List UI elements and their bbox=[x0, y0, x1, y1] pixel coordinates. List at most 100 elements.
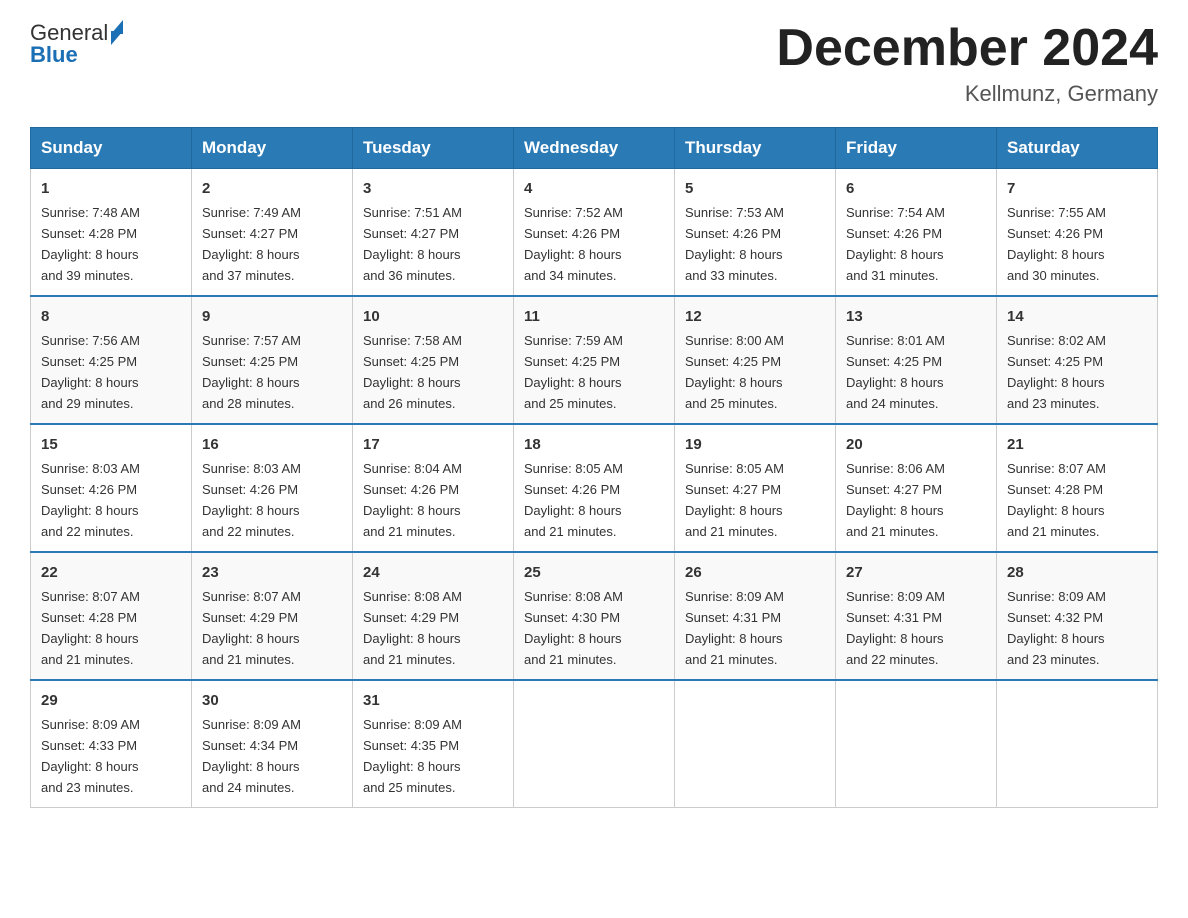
day-number: 22 bbox=[41, 561, 181, 584]
day-number: 15 bbox=[41, 433, 181, 456]
day-info: Sunrise: 8:03 AMSunset: 4:26 PMDaylight:… bbox=[202, 461, 301, 539]
day-number: 21 bbox=[1007, 433, 1147, 456]
table-row: 8 Sunrise: 7:56 AMSunset: 4:25 PMDayligh… bbox=[31, 296, 192, 424]
day-number: 5 bbox=[685, 177, 825, 200]
day-number: 28 bbox=[1007, 561, 1147, 584]
day-info: Sunrise: 7:51 AMSunset: 4:27 PMDaylight:… bbox=[363, 205, 462, 283]
header-friday: Friday bbox=[836, 128, 997, 169]
table-row: 20 Sunrise: 8:06 AMSunset: 4:27 PMDaylig… bbox=[836, 424, 997, 552]
table-row: 31 Sunrise: 8:09 AMSunset: 4:35 PMDaylig… bbox=[353, 680, 514, 807]
calendar-table: Sunday Monday Tuesday Wednesday Thursday… bbox=[30, 127, 1158, 808]
day-info: Sunrise: 7:54 AMSunset: 4:26 PMDaylight:… bbox=[846, 205, 945, 283]
day-info: Sunrise: 8:09 AMSunset: 4:35 PMDaylight:… bbox=[363, 717, 462, 795]
day-info: Sunrise: 7:56 AMSunset: 4:25 PMDaylight:… bbox=[41, 333, 140, 411]
day-info: Sunrise: 8:08 AMSunset: 4:29 PMDaylight:… bbox=[363, 589, 462, 667]
day-number: 2 bbox=[202, 177, 342, 200]
logo-text-blue: Blue bbox=[30, 42, 78, 68]
table-row: 12 Sunrise: 8:00 AMSunset: 4:25 PMDaylig… bbox=[675, 296, 836, 424]
day-info: Sunrise: 8:08 AMSunset: 4:30 PMDaylight:… bbox=[524, 589, 623, 667]
day-info: Sunrise: 8:03 AMSunset: 4:26 PMDaylight:… bbox=[41, 461, 140, 539]
table-row: 9 Sunrise: 7:57 AMSunset: 4:25 PMDayligh… bbox=[192, 296, 353, 424]
table-row: 10 Sunrise: 7:58 AMSunset: 4:25 PMDaylig… bbox=[353, 296, 514, 424]
table-row: 21 Sunrise: 8:07 AMSunset: 4:28 PMDaylig… bbox=[997, 424, 1158, 552]
day-number: 12 bbox=[685, 305, 825, 328]
day-number: 10 bbox=[363, 305, 503, 328]
header-saturday: Saturday bbox=[997, 128, 1158, 169]
day-info: Sunrise: 7:48 AMSunset: 4:28 PMDaylight:… bbox=[41, 205, 140, 283]
day-number: 9 bbox=[202, 305, 342, 328]
location: Kellmunz, Germany bbox=[776, 81, 1158, 107]
table-row: 4 Sunrise: 7:52 AMSunset: 4:26 PMDayligh… bbox=[514, 169, 675, 296]
day-number: 26 bbox=[685, 561, 825, 584]
title-area: December 2024 Kellmunz, Germany bbox=[776, 20, 1158, 107]
table-row: 14 Sunrise: 8:02 AMSunset: 4:25 PMDaylig… bbox=[997, 296, 1158, 424]
day-info: Sunrise: 8:09 AMSunset: 4:32 PMDaylight:… bbox=[1007, 589, 1106, 667]
day-number: 17 bbox=[363, 433, 503, 456]
table-row: 11 Sunrise: 7:59 AMSunset: 4:25 PMDaylig… bbox=[514, 296, 675, 424]
table-row: 26 Sunrise: 8:09 AMSunset: 4:31 PMDaylig… bbox=[675, 552, 836, 680]
day-number: 7 bbox=[1007, 177, 1147, 200]
day-number: 8 bbox=[41, 305, 181, 328]
table-row: 30 Sunrise: 8:09 AMSunset: 4:34 PMDaylig… bbox=[192, 680, 353, 807]
day-number: 30 bbox=[202, 689, 342, 712]
day-number: 4 bbox=[524, 177, 664, 200]
day-info: Sunrise: 7:49 AMSunset: 4:27 PMDaylight:… bbox=[202, 205, 301, 283]
table-row: 15 Sunrise: 8:03 AMSunset: 4:26 PMDaylig… bbox=[31, 424, 192, 552]
day-number: 31 bbox=[363, 689, 503, 712]
table-row: 5 Sunrise: 7:53 AMSunset: 4:26 PMDayligh… bbox=[675, 169, 836, 296]
day-info: Sunrise: 8:06 AMSunset: 4:27 PMDaylight:… bbox=[846, 461, 945, 539]
day-info: Sunrise: 8:09 AMSunset: 4:31 PMDaylight:… bbox=[846, 589, 945, 667]
day-number: 19 bbox=[685, 433, 825, 456]
table-row: 24 Sunrise: 8:08 AMSunset: 4:29 PMDaylig… bbox=[353, 552, 514, 680]
table-row bbox=[675, 680, 836, 807]
day-info: Sunrise: 8:09 AMSunset: 4:34 PMDaylight:… bbox=[202, 717, 301, 795]
day-info: Sunrise: 8:05 AMSunset: 4:27 PMDaylight:… bbox=[685, 461, 784, 539]
table-row: 28 Sunrise: 8:09 AMSunset: 4:32 PMDaylig… bbox=[997, 552, 1158, 680]
table-row: 6 Sunrise: 7:54 AMSunset: 4:26 PMDayligh… bbox=[836, 169, 997, 296]
table-row: 17 Sunrise: 8:04 AMSunset: 4:26 PMDaylig… bbox=[353, 424, 514, 552]
calendar-week-row: 1 Sunrise: 7:48 AMSunset: 4:28 PMDayligh… bbox=[31, 169, 1158, 296]
table-row: 1 Sunrise: 7:48 AMSunset: 4:28 PMDayligh… bbox=[31, 169, 192, 296]
header-thursday: Thursday bbox=[675, 128, 836, 169]
table-row: 25 Sunrise: 8:08 AMSunset: 4:30 PMDaylig… bbox=[514, 552, 675, 680]
day-info: Sunrise: 8:09 AMSunset: 4:31 PMDaylight:… bbox=[685, 589, 784, 667]
header-wednesday: Wednesday bbox=[514, 128, 675, 169]
day-info: Sunrise: 8:02 AMSunset: 4:25 PMDaylight:… bbox=[1007, 333, 1106, 411]
day-info: Sunrise: 7:53 AMSunset: 4:26 PMDaylight:… bbox=[685, 205, 784, 283]
day-number: 1 bbox=[41, 177, 181, 200]
day-info: Sunrise: 8:07 AMSunset: 4:28 PMDaylight:… bbox=[1007, 461, 1106, 539]
day-number: 23 bbox=[202, 561, 342, 584]
table-row: 13 Sunrise: 8:01 AMSunset: 4:25 PMDaylig… bbox=[836, 296, 997, 424]
day-info: Sunrise: 7:59 AMSunset: 4:25 PMDaylight:… bbox=[524, 333, 623, 411]
day-info: Sunrise: 8:05 AMSunset: 4:26 PMDaylight:… bbox=[524, 461, 623, 539]
day-number: 16 bbox=[202, 433, 342, 456]
day-info: Sunrise: 7:58 AMSunset: 4:25 PMDaylight:… bbox=[363, 333, 462, 411]
table-row: 19 Sunrise: 8:05 AMSunset: 4:27 PMDaylig… bbox=[675, 424, 836, 552]
day-number: 27 bbox=[846, 561, 986, 584]
day-number: 13 bbox=[846, 305, 986, 328]
day-number: 11 bbox=[524, 305, 664, 328]
day-number: 3 bbox=[363, 177, 503, 200]
calendar-week-row: 29 Sunrise: 8:09 AMSunset: 4:33 PMDaylig… bbox=[31, 680, 1158, 807]
table-row: 2 Sunrise: 7:49 AMSunset: 4:27 PMDayligh… bbox=[192, 169, 353, 296]
day-number: 18 bbox=[524, 433, 664, 456]
day-number: 29 bbox=[41, 689, 181, 712]
table-row bbox=[997, 680, 1158, 807]
header-monday: Monday bbox=[192, 128, 353, 169]
table-row: 18 Sunrise: 8:05 AMSunset: 4:26 PMDaylig… bbox=[514, 424, 675, 552]
day-info: Sunrise: 8:07 AMSunset: 4:28 PMDaylight:… bbox=[41, 589, 140, 667]
table-row: 23 Sunrise: 8:07 AMSunset: 4:29 PMDaylig… bbox=[192, 552, 353, 680]
table-row: 22 Sunrise: 8:07 AMSunset: 4:28 PMDaylig… bbox=[31, 552, 192, 680]
header-sunday: Sunday bbox=[31, 128, 192, 169]
header-tuesday: Tuesday bbox=[353, 128, 514, 169]
table-row: 7 Sunrise: 7:55 AMSunset: 4:26 PMDayligh… bbox=[997, 169, 1158, 296]
table-row: 27 Sunrise: 8:09 AMSunset: 4:31 PMDaylig… bbox=[836, 552, 997, 680]
table-row: 16 Sunrise: 8:03 AMSunset: 4:26 PMDaylig… bbox=[192, 424, 353, 552]
calendar-week-row: 15 Sunrise: 8:03 AMSunset: 4:26 PMDaylig… bbox=[31, 424, 1158, 552]
weekday-header-row: Sunday Monday Tuesday Wednesday Thursday… bbox=[31, 128, 1158, 169]
day-number: 14 bbox=[1007, 305, 1147, 328]
calendar-week-row: 8 Sunrise: 7:56 AMSunset: 4:25 PMDayligh… bbox=[31, 296, 1158, 424]
day-number: 6 bbox=[846, 177, 986, 200]
day-number: 20 bbox=[846, 433, 986, 456]
day-number: 25 bbox=[524, 561, 664, 584]
